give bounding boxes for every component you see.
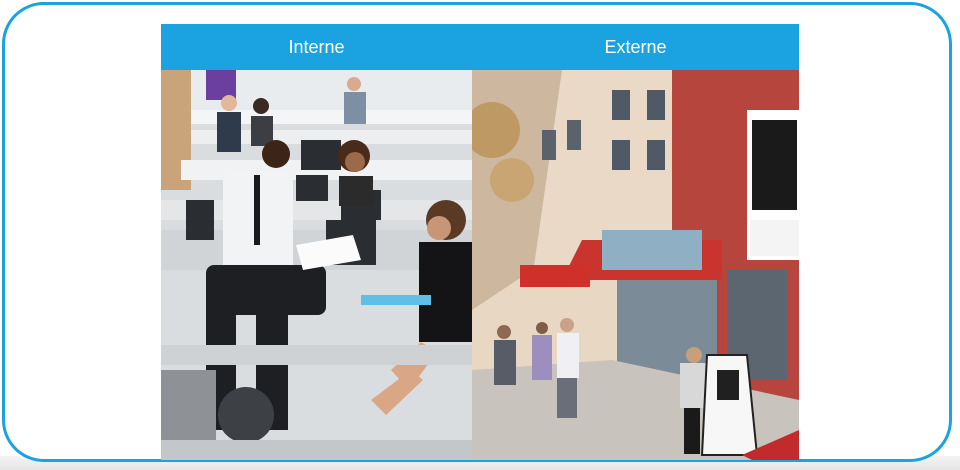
storefront-street-photo: [472, 70, 799, 460]
panel-interne: Interne: [161, 24, 472, 460]
panel-header-interne: Interne: [161, 24, 472, 70]
panel-header-externe: Externe: [472, 24, 799, 70]
panel-externe: Externe: [472, 24, 799, 460]
office-interior-photo: [161, 70, 472, 460]
slide: Interne Externe: [0, 0, 960, 470]
